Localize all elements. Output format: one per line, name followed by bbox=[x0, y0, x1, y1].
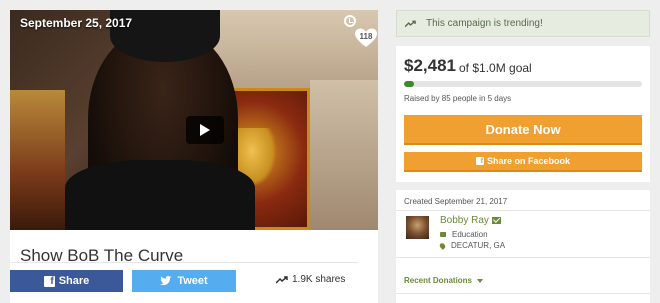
campaign-media-card: September 25, 2017 118 Show BoB The Curv… bbox=[10, 10, 378, 303]
donation-card: $2,481 of $1.0M goal Raised by 85 people… bbox=[396, 46, 650, 182]
divider bbox=[396, 210, 650, 211]
amount-raised: $2,481 bbox=[404, 56, 456, 75]
category-row: Education bbox=[440, 230, 488, 239]
video-scene-right-wall bbox=[310, 80, 378, 230]
title-divider bbox=[10, 262, 358, 263]
progress-bar bbox=[404, 81, 642, 87]
divider bbox=[396, 257, 650, 258]
share-on-facebook-label: Share on Facebook bbox=[486, 156, 571, 166]
video-scene-shirt bbox=[65, 160, 255, 230]
raised-summary: Raised by 85 people in 5 days bbox=[404, 94, 512, 103]
facebook-share-label: Share bbox=[58, 275, 90, 287]
progress-fill bbox=[404, 81, 414, 87]
trending-banner: This campaign is trending! bbox=[396, 10, 650, 37]
share-count: 1.9K shares bbox=[276, 274, 345, 285]
heart-icon[interactable]: 118 bbox=[354, 28, 378, 48]
divider bbox=[396, 293, 650, 294]
video-scene-left-wall bbox=[10, 90, 65, 230]
donate-button[interactable]: Donate Now bbox=[404, 115, 642, 145]
trending-icon bbox=[276, 275, 288, 284]
recent-donations-toggle[interactable]: Recent Donations bbox=[404, 276, 484, 285]
facebook-share-button[interactable]: f Share bbox=[10, 270, 123, 292]
location-text: DECATUR, GA bbox=[451, 241, 506, 250]
heart-count: 118 bbox=[359, 32, 373, 41]
funding-goal: of $1.0M goal bbox=[459, 61, 532, 75]
facebook-icon: f bbox=[475, 157, 484, 165]
tweet-button[interactable]: Tweet bbox=[132, 270, 236, 292]
caret-down-icon bbox=[477, 278, 484, 283]
page-title: Show BoB The Curve bbox=[20, 246, 184, 265]
avatar[interactable] bbox=[406, 216, 429, 239]
organizer-name: Bobby Ray bbox=[440, 215, 489, 226]
trending-text: This campaign is trending! bbox=[426, 18, 543, 29]
recent-donations-label: Recent Donations bbox=[404, 276, 473, 285]
map-pin-icon bbox=[438, 241, 447, 250]
created-date: Created September 21, 2017 bbox=[404, 197, 508, 206]
organizer-card: Created September 21, 2017 Bobby Ray Edu… bbox=[396, 190, 650, 303]
location-row: DECATUR, GA bbox=[438, 241, 506, 250]
tweet-label: Tweet bbox=[177, 275, 208, 287]
category-text: Education bbox=[452, 230, 488, 239]
mail-icon[interactable] bbox=[491, 217, 501, 224]
share-on-facebook-button[interactable]: f Share on Facebook bbox=[404, 152, 642, 172]
clock-icon bbox=[344, 15, 356, 27]
facebook-icon: f bbox=[43, 275, 55, 287]
tag-icon bbox=[440, 232, 446, 237]
twitter-icon bbox=[160, 276, 172, 286]
video-date: September 25, 2017 bbox=[20, 16, 133, 30]
campaign-video[interactable]: September 25, 2017 118 bbox=[10, 10, 378, 230]
share-count-text: 1.9K shares bbox=[292, 274, 346, 285]
trending-icon bbox=[405, 20, 416, 27]
play-icon[interactable] bbox=[186, 116, 224, 144]
organizer-name-link[interactable]: Bobby Ray bbox=[440, 215, 501, 226]
